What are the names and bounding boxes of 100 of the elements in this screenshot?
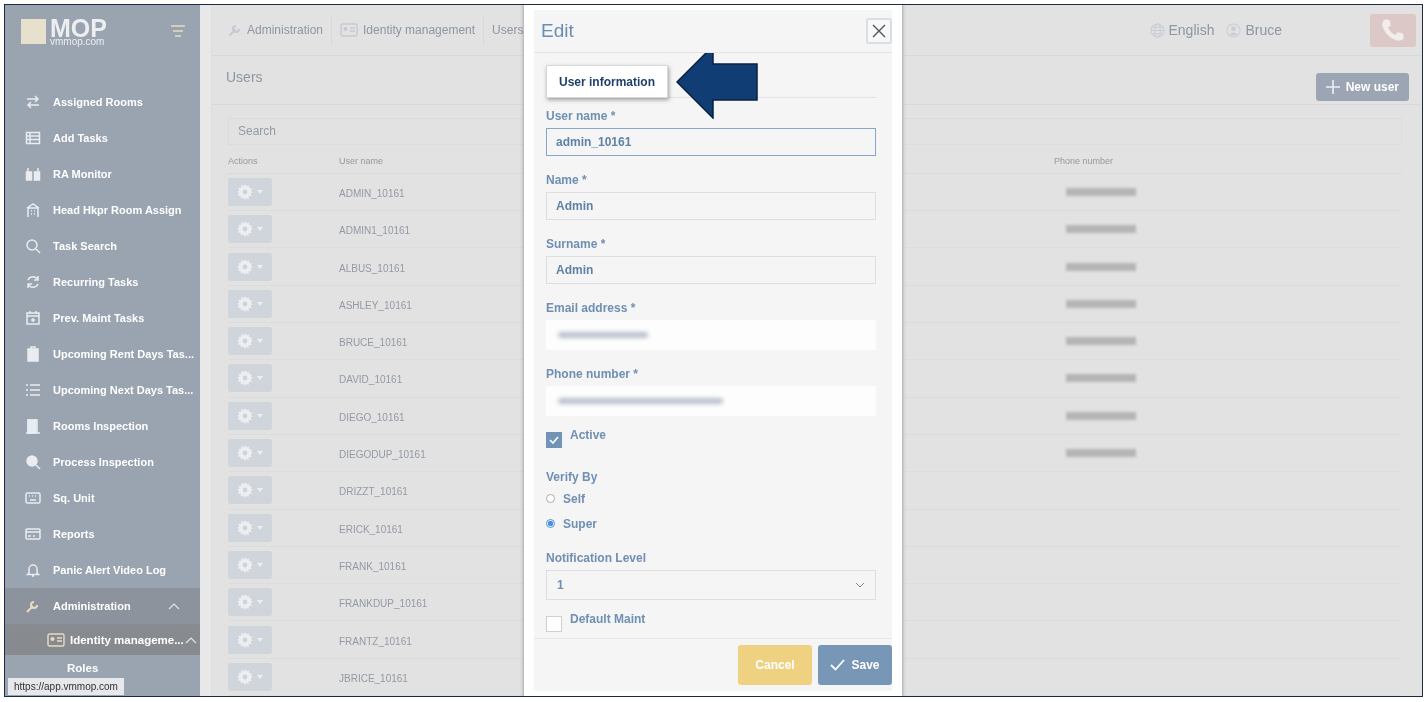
sidebar-item[interactable]: Upcoming Next Days Tas... — [5, 372, 200, 408]
gear-icon — [237, 519, 253, 536]
sidebar-item[interactable]: Rooms Inspection — [5, 408, 200, 444]
input-field[interactable]: Admin — [546, 192, 876, 220]
actions-button[interactable] — [228, 439, 272, 468]
table-cell: FRANKDUP_10161 — [339, 598, 428, 610]
sidebar-item[interactable]: Administration — [5, 588, 200, 625]
gear-icon — [237, 184, 253, 200]
gear-icon — [237, 258, 253, 275]
sidebar-item[interactable]: Sq. Unit — [5, 480, 200, 516]
checkbox[interactable] — [546, 432, 562, 448]
check-icon — [830, 659, 846, 671]
gear-icon — [237, 407, 253, 424]
bullets-icon — [25, 382, 41, 398]
radio-button[interactable] — [546, 519, 555, 528]
sidebar-item[interactable]: Upcoming Rent Days Tas... — [5, 336, 200, 372]
actions-button[interactable] — [228, 401, 272, 430]
dropdown[interactable]: 1 — [546, 570, 876, 600]
breadcrumb-link[interactable]: Administration — [220, 15, 333, 46]
building-icon — [25, 202, 41, 218]
wrench-icon — [25, 598, 41, 614]
language-menu[interactable]: English — [1149, 22, 1215, 39]
calendar-icon — [25, 310, 41, 326]
sidebar-item[interactable]: RA Monitor — [5, 156, 200, 192]
arrows-icon — [25, 94, 41, 110]
table-cell: ADMIN_10161 — [339, 188, 405, 199]
actions-button[interactable] — [228, 476, 272, 505]
actions-button[interactable] — [228, 513, 272, 542]
caret-icon — [257, 413, 263, 418]
caret-icon — [257, 264, 263, 269]
input-field[interactable] — [546, 320, 876, 350]
input-field[interactable]: admin_10161 — [546, 128, 876, 156]
field-label: Surname * — [546, 237, 607, 251]
actions-button[interactable] — [228, 364, 272, 393]
checkbox-label: Default Maint — [570, 612, 646, 626]
cancel-button[interactable]: Cancel — [738, 645, 812, 685]
actions-button[interactable] — [228, 215, 272, 244]
wrench-icon — [228, 23, 242, 38]
field-label: Phone number * — [546, 367, 639, 381]
bell-icon — [25, 562, 41, 578]
radio-label: Super — [563, 516, 597, 531]
user-menu[interactable]: Bruce — [1226, 22, 1282, 39]
table-cell: DAVID_10161 — [339, 374, 403, 386]
actions-button[interactable] — [228, 252, 272, 281]
phone-icon — [1380, 17, 1406, 44]
actions-button[interactable] — [228, 625, 272, 654]
table-cell: ADMIN1_10161 — [339, 225, 411, 237]
sidebar-item[interactable]: Task Search — [5, 228, 200, 264]
id-card-icon — [47, 633, 65, 647]
table-cell: DIEGODUP_10161 — [339, 449, 426, 461]
page-title: Users — [226, 69, 263, 86]
sidebar-item[interactable]: Reports — [5, 516, 200, 552]
caret-icon — [257, 637, 263, 642]
dialog-title: Edit — [541, 20, 574, 42]
chevron-up-icon — [184, 636, 197, 644]
caret-icon — [257, 674, 263, 679]
clipboard-icon — [25, 346, 41, 362]
close-button[interactable] — [866, 18, 892, 44]
caret-icon — [257, 301, 263, 306]
breadcrumb-link[interactable]: Identity management — [332, 15, 485, 46]
actions-button[interactable] — [228, 327, 272, 356]
phone-button[interactable] — [1370, 13, 1416, 47]
checkbox-label: Active — [570, 428, 607, 442]
input-field[interactable] — [546, 386, 876, 416]
caret-icon — [257, 451, 263, 456]
sidebar-item[interactable]: Process Inspection — [5, 444, 200, 480]
actions-button[interactable] — [228, 662, 272, 691]
sidebar-item[interactable]: Prev. Maint Tasks — [5, 300, 200, 336]
gear-icon — [237, 556, 253, 573]
menu-icon[interactable] — [170, 25, 186, 37]
new-user-button[interactable]: New user — [1315, 73, 1409, 102]
actions-button[interactable] — [228, 550, 272, 579]
radio-button[interactable] — [546, 494, 555, 503]
checkbox[interactable] — [546, 616, 562, 632]
caret-icon — [257, 339, 263, 344]
sidebar-item[interactable]: Recurring Tasks — [5, 264, 200, 300]
gear-icon — [237, 482, 253, 499]
sidebar-subitem[interactable]: Identity manageme... — [5, 625, 200, 655]
sidebar-item[interactable]: Panic Alert Video Log — [5, 552, 200, 588]
field-label: Email address * — [546, 301, 637, 315]
column-header[interactable]: Phone number — [1054, 155, 1402, 166]
actions-button[interactable] — [228, 178, 272, 206]
sidebar-item[interactable]: Head Hkpr Room Assign — [5, 192, 200, 228]
chevron-up-icon — [168, 602, 180, 610]
sidebar-item[interactable]: Assigned Rooms — [5, 84, 200, 120]
tab[interactable]: User information — [546, 65, 668, 98]
gear-icon — [237, 668, 253, 685]
actions-button[interactable] — [228, 289, 272, 318]
door-icon — [25, 418, 41, 434]
actions-button[interactable] — [228, 588, 272, 617]
id-card-icon — [340, 23, 359, 38]
caret-icon — [257, 525, 263, 530]
save-button[interactable]: Save — [818, 645, 892, 685]
field-label: Verify By — [546, 470, 599, 484]
table-cell: ASHLEY_10161 — [339, 299, 412, 311]
logo-square — [21, 18, 46, 44]
caret-icon — [257, 562, 263, 567]
column-header: Actions — [228, 155, 259, 166]
input-field[interactable]: Admin — [546, 256, 876, 284]
sidebar-item[interactable]: Add Tasks — [5, 120, 200, 156]
